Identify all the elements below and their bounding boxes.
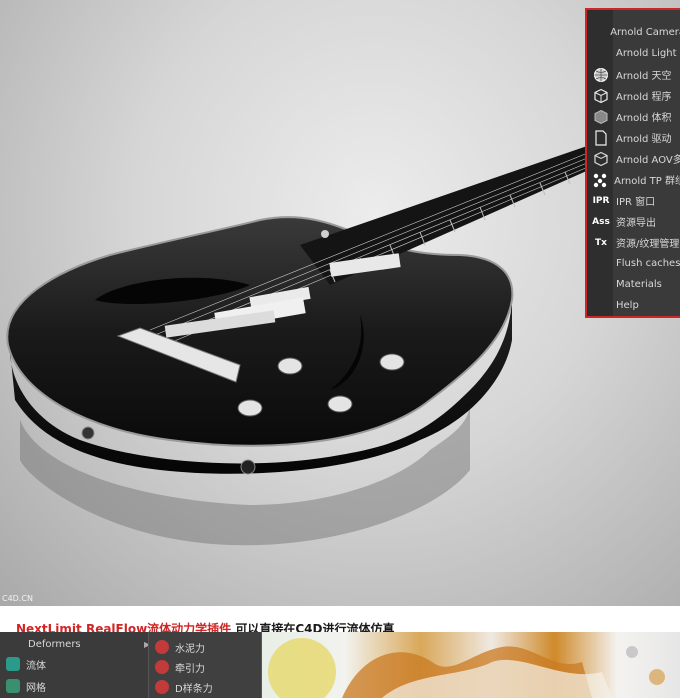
guitar-render-image (6, 145, 601, 546)
menu-item-label: D样条力 (175, 683, 213, 695)
menu-item-label: IPR 窗口 (616, 197, 656, 208)
ass-icon: Ass (592, 216, 610, 227)
menu-item-flush-caches[interactable]: Flush caches (587, 253, 680, 274)
menu-item-label: Flush caches (616, 258, 680, 269)
ipr-icon: IPR (592, 195, 610, 206)
blank-icon (592, 298, 610, 314)
menu-item-label: Arnold 天空 (616, 71, 672, 82)
menu-item-label: 资源导出 (616, 218, 656, 229)
menu-item-label: 资源/纹理管理 (616, 239, 680, 250)
menu-item-arnold-sky[interactable]: Arnold 天空 (587, 64, 680, 85)
menu-item-texture-manager[interactable]: Tx 资源/纹理管理 (587, 232, 680, 253)
fluid-icon (6, 657, 20, 671)
deformers-submenu: 水泥力 牵引力 D样条力 (148, 632, 261, 698)
menu-item-arnold-driver[interactable]: Arnold 驱动 (587, 127, 680, 148)
document-icon (592, 129, 610, 146)
menu-item-label: 网格 (26, 682, 46, 694)
submenu-item-drag-force[interactable]: 牵引力 (155, 658, 205, 676)
render-viewport: C4D.CN (0, 0, 680, 606)
watermark-text: C4D.CN (2, 594, 33, 603)
menu-item-arnold-tp-group[interactable]: Arnold TP 群组 (587, 169, 680, 190)
menu-item-label: Deformers (28, 638, 81, 650)
force-icon (155, 680, 169, 694)
menu-item-fluid[interactable]: 流体 (6, 655, 46, 673)
tx-icon: Tx (595, 237, 607, 248)
menu-item-label: Arnold Light (616, 48, 677, 59)
menu-item-label: Arnold 驱动 (616, 134, 672, 145)
submenu-item-dspline-force[interactable]: D样条力 (155, 678, 213, 696)
menu-item-label: Arnold TP 群组 (614, 176, 680, 187)
submenu-item-wet-force[interactable]: 水泥力 (155, 638, 205, 656)
menu-item-help[interactable]: Help (587, 295, 680, 316)
menu-item-ipr-window[interactable]: IPR IPR 窗口 (587, 190, 680, 211)
menu-item-materials[interactable]: Materials (587, 274, 680, 295)
realflow-menu-panel: Deformers ▶ 流体 网格 水泥力 牵引力 D样条力 (0, 632, 262, 698)
menu-item-arnold-aov[interactable]: Arnold AOV多 (587, 148, 680, 169)
menu-item-label: 流体 (26, 660, 46, 672)
menu-item-label: Arnold AOV多 (616, 155, 680, 166)
menu-item-label: Arnold Camera (610, 27, 680, 38)
fluid-splash-image (262, 632, 680, 698)
sky-sphere-icon (592, 67, 610, 83)
particle-dots-icon (592, 172, 608, 188)
menu-item-label: Arnold 程序 (616, 92, 672, 103)
menu-item-asset-export[interactable]: Ass 资源导出 (587, 211, 680, 232)
volume-icon (592, 109, 610, 125)
menu-item-arnold-camera[interactable]: Arnold Camera (587, 22, 680, 43)
force-icon (155, 640, 169, 654)
blank-icon (592, 25, 604, 41)
menu-item-label: Help (616, 300, 639, 311)
blank-icon (592, 277, 610, 293)
blank-icon (592, 46, 610, 62)
menu-item-deformers[interactable]: Deformers ▶ (28, 635, 150, 653)
procedural-cube-icon (592, 88, 610, 104)
aov-cube-icon (592, 151, 610, 167)
menu-item-label: Materials (616, 279, 662, 290)
blank-icon (592, 256, 610, 272)
arnold-dropdown-menu: Arnold Camera Arnold Light Arnold 天空 Arn… (585, 8, 680, 318)
menu-item-arnold-light[interactable]: Arnold Light (587, 43, 680, 64)
menu-item-label: Arnold 体积 (616, 113, 672, 124)
menu-item-arnold-procedural[interactable]: Arnold 程序 (587, 85, 680, 106)
menu-item-arnold-volume[interactable]: Arnold 体积 (587, 106, 680, 127)
menu-item-label: 牵引力 (175, 663, 205, 675)
mesh-icon (6, 679, 20, 693)
force-icon (155, 660, 169, 674)
menu-item-mesh[interactable]: 网格 (6, 677, 46, 695)
menu-item-label: 水泥力 (175, 643, 205, 655)
